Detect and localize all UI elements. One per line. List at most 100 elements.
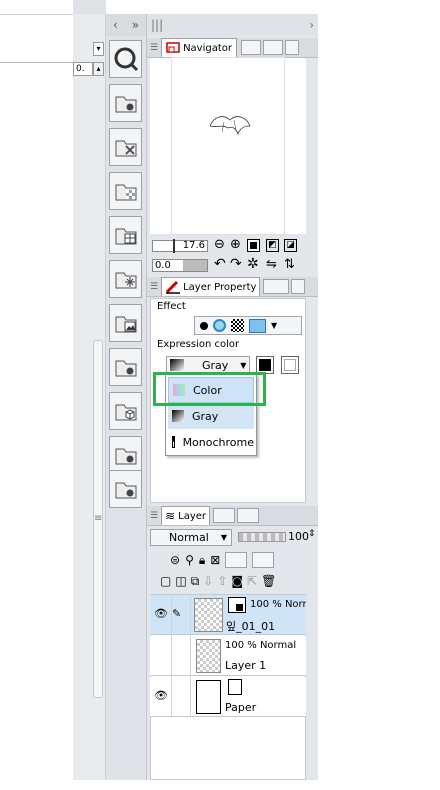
navigator-preview[interactable] bbox=[150, 58, 306, 234]
tab-layer-property[interactable]: Layer Property bbox=[161, 277, 261, 296]
eye-icon[interactable]: 👁︎ bbox=[154, 607, 168, 620]
tab-brush-size[interactable] bbox=[291, 279, 306, 294]
layer-mask-icon[interactable]: ◙ bbox=[231, 574, 243, 588]
color-effect-icon[interactable] bbox=[213, 319, 226, 332]
new-folder-icon[interactable]: ⧉ bbox=[191, 574, 200, 589]
chevron-down-icon: ▼ bbox=[220, 533, 227, 542]
layer-tabbar: ☰ ≋ Layer bbox=[147, 506, 318, 526]
blend-mode-select[interactable]: Normal ▼ bbox=[150, 529, 232, 546]
folder-image-icon bbox=[115, 316, 136, 333]
actual-size-icon[interactable]: ◪ bbox=[284, 239, 297, 252]
folder-tool-button[interactable] bbox=[109, 84, 142, 122]
zoom-in-icon[interactable]: ⊕ bbox=[230, 237, 241, 252]
tab-tool-property[interactable] bbox=[263, 279, 290, 294]
merge-icon[interactable]: ⇱ bbox=[247, 574, 257, 588]
opacity-spinner-icon[interactable]: ⇕ bbox=[308, 529, 316, 539]
folder-circle-tool-button[interactable] bbox=[109, 348, 142, 386]
rotate-slider-fill bbox=[183, 260, 207, 271]
effect-dropdown-icon[interactable]: ▼ bbox=[271, 321, 277, 330]
mask-button[interactable] bbox=[225, 552, 248, 568]
layer-column-divider bbox=[171, 594, 172, 716]
effect-buttons: ▼ bbox=[194, 316, 302, 335]
flip-horizontal-icon[interactable]: ⇋ bbox=[266, 257, 277, 272]
strip-value-field[interactable]: 0. bbox=[73, 62, 93, 76]
zoom-slider-handle[interactable] bbox=[173, 239, 175, 253]
ruler-button[interactable] bbox=[252, 552, 275, 568]
tab-navigator[interactable]: Navigator bbox=[161, 38, 238, 57]
tab-info[interactable] bbox=[285, 40, 300, 55]
flip-vertical-icon[interactable]: ⇅ bbox=[284, 257, 295, 272]
lock-transparency-icon[interactable]: ⊠ bbox=[210, 553, 220, 567]
zoom-value: 17.6 bbox=[182, 240, 205, 251]
folder-3d-tool-button[interactable] bbox=[109, 392, 142, 430]
collapse-left-icon[interactable]: ‹ bbox=[113, 18, 118, 32]
layer-name: Layer 1 bbox=[225, 659, 267, 672]
folder-effect-tool-button[interactable] bbox=[109, 260, 142, 298]
rotate-slider[interactable]: 0.0 bbox=[152, 259, 208, 272]
strip-header bbox=[73, 0, 106, 14]
gray-swatch-icon bbox=[172, 410, 184, 422]
search-tool-button[interactable] bbox=[109, 40, 142, 78]
sub-color-button[interactable] bbox=[281, 356, 299, 374]
tool-column-header: ‹» bbox=[106, 14, 146, 36]
folder-circle-icon bbox=[115, 360, 136, 377]
menu-item-monochrome[interactable]: Monochrome bbox=[168, 429, 254, 455]
reference-icon[interactable]: ⚲ bbox=[185, 553, 194, 567]
panel-menu-icon[interactable]: ☰ bbox=[150, 511, 158, 521]
highlight-box bbox=[153, 372, 266, 406]
folder-circle-icon bbox=[115, 482, 136, 499]
navigator-zoom-row: 17.6 ⊖ ⊕ ◩ ◪ bbox=[150, 236, 318, 256]
lock-icon[interactable]: 🔒︎ bbox=[199, 553, 205, 568]
left-panel-top-divider bbox=[0, 14, 73, 15]
folder-delete-tool-button[interactable] bbox=[109, 128, 142, 166]
zoom-slider[interactable]: 17.6 bbox=[152, 239, 208, 253]
border-effect-icon[interactable] bbox=[200, 321, 208, 330]
fit-navigator-icon[interactable]: ◩ bbox=[266, 239, 279, 252]
tone-effect-icon[interactable] bbox=[231, 319, 244, 332]
layer-color-icon[interactable] bbox=[249, 318, 266, 333]
menu-item-gray[interactable]: Gray bbox=[168, 403, 254, 429]
rotate-left-icon[interactable]: ↶ bbox=[214, 256, 226, 272]
strip-dropdown-button[interactable]: ▾ bbox=[93, 42, 104, 56]
move-up-icon[interactable]: ⇧ bbox=[217, 574, 227, 588]
fit-screen-icon[interactable] bbox=[247, 239, 260, 252]
tab-animation[interactable] bbox=[237, 508, 260, 523]
folder-circle-tool-button-3[interactable] bbox=[109, 470, 142, 508]
tab-subview[interactable] bbox=[241, 40, 262, 55]
move-down-icon[interactable]: ⇩ bbox=[203, 574, 213, 588]
layer-row-paper[interactable]: 👁︎ Paper bbox=[150, 677, 306, 717]
tab-material[interactable] bbox=[263, 40, 284, 55]
canvas-thumbnail bbox=[172, 58, 284, 234]
tab-layer[interactable]: ≋ Layer bbox=[161, 506, 211, 525]
panel-menu-icon[interactable]: ☰ bbox=[150, 43, 158, 53]
pen-icon[interactable]: ✎ bbox=[172, 607, 181, 620]
strip-grip-icon[interactable]: ≡ bbox=[94, 513, 102, 524]
folder-circle-tool-button-2[interactable] bbox=[109, 436, 142, 474]
layer-list-scroll-gutter[interactable] bbox=[306, 594, 318, 780]
rotate-right-icon[interactable]: ↷ bbox=[230, 256, 242, 272]
layer-row[interactable]: 100 % Normal Layer 1 bbox=[150, 636, 306, 676]
folder-texture-tool-button[interactable] bbox=[109, 172, 142, 210]
delete-layer-icon[interactable]: 🗑︎ bbox=[261, 574, 276, 588]
folder-frame-tool-button[interactable] bbox=[109, 216, 142, 254]
clip-icon[interactable]: ⊜ bbox=[170, 553, 180, 567]
reset-rotation-icon[interactable]: ✲ bbox=[247, 256, 259, 272]
panel-menu-icon[interactable]: ☰ bbox=[150, 282, 158, 292]
folder-image-tool-button[interactable] bbox=[109, 304, 142, 342]
folder-frame-icon bbox=[115, 228, 136, 245]
folder-sparkle-icon bbox=[115, 272, 136, 289]
layer-row-selected[interactable]: 👁︎ ✎ 100 % Norma 잎_01_01 bbox=[150, 595, 318, 635]
opacity-slider[interactable] bbox=[238, 532, 286, 542]
tab-layer-search[interactable] bbox=[213, 508, 236, 523]
collapse-double-icon[interactable]: » bbox=[132, 18, 139, 32]
layer-property-tabbar: ☰ Layer Property bbox=[147, 277, 318, 297]
grip-icon[interactable]: ||| bbox=[151, 18, 163, 32]
eye-icon[interactable]: 👁︎ bbox=[154, 689, 168, 702]
new-vector-layer-icon[interactable]: ◫ bbox=[175, 574, 186, 588]
strip-scroll-up[interactable]: ▴ bbox=[93, 62, 104, 76]
expand-right-icon[interactable]: › bbox=[309, 18, 314, 32]
new-raster-layer-icon[interactable]: ▢ bbox=[160, 574, 171, 588]
folder-x-icon bbox=[115, 140, 136, 157]
expression-color-value: Gray bbox=[202, 358, 229, 372]
zoom-out-icon[interactable]: ⊖ bbox=[214, 237, 225, 252]
